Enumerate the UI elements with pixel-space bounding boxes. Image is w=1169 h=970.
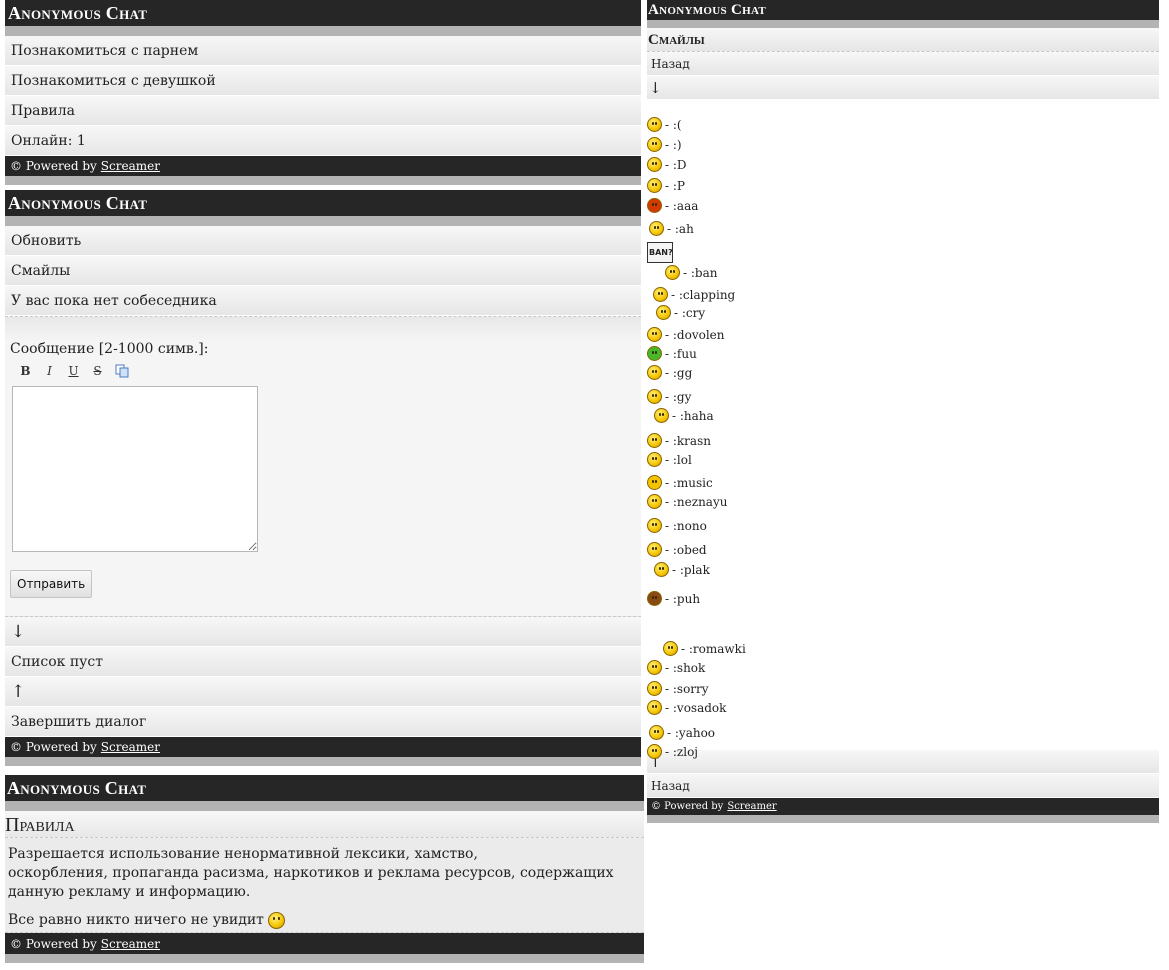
meet-guy-link[interactable]: Познакомиться с парнем [5,36,641,66]
end-dialog-label[interactable]: Завершить диалог [11,714,146,730]
scroll-down-link[interactable]: ↓ [647,76,1159,100]
send-button[interactable]: Отправить [10,570,93,598]
chat-panel: Anonymous Chat Обновить Смайлы У вас пок… [5,190,641,766]
back-link-bottom[interactable]: Назад [647,774,1159,798]
smileys-link[interactable]: Смайлы [5,256,641,286]
smileys-panel: Anonymous Chat Смайлы Назад ↓ - :(- :) - … [647,0,1159,823]
smileys-title: Смайлы [647,28,1159,52]
footer-text: © Powered by [10,159,97,173]
format-toolbar: B I U S [18,363,641,378]
smiley-item[interactable]: - :zloj [647,730,698,759]
header-divider [647,20,1159,28]
smiley-code: - :zloj [665,745,699,759]
footer-link[interactable]: Screamer [727,801,776,812]
scroll-up-link[interactable]: ↑ [647,750,1159,774]
footer-link[interactable]: Screamer [101,937,160,951]
app-title: Anonymous Chat [5,0,641,26]
rules-panel: Anonymous Chat Правила Разрешается испол… [5,775,644,963]
online-count-text: Онлайн: 1 [11,132,86,149]
footer-divider [647,815,1159,823]
footer: © Powered by Screamer [5,156,641,176]
rules-title: Правила [5,811,644,838]
smiley-item[interactable]: - :puh [647,566,700,606]
scroll-down-link[interactable]: ↓ [5,617,641,647]
end-dialog-link[interactable]: Завершить диалог [5,707,641,737]
italic-button[interactable]: I [42,363,57,378]
refresh-link[interactable]: Обновить [5,226,641,256]
online-count: Онлайн: 1 [5,126,641,156]
meet-girl-label[interactable]: Познакомиться с девушкой [11,73,216,89]
header-divider [5,26,641,36]
down-arrow-icon[interactable]: ↓ [649,79,662,97]
list-empty-text: Список пуст [11,653,103,670]
footer-divider [5,757,641,766]
footer-link[interactable]: Screamer [101,159,160,173]
app-title: Anonymous Chat [5,775,644,801]
smiley-icon[interactable] [647,744,662,759]
rules-line-1: Разрешается использование ненормативной … [8,846,478,862]
footer-text: © Powered by [10,936,97,951]
rules-label[interactable]: Правила [11,103,75,119]
meet-girl-link[interactable]: Познакомиться с девушкой [5,66,641,96]
strike-button[interactable]: S [90,363,105,378]
footer: © Powered by Screamer [5,933,644,954]
app-title: Anonymous Chat [5,190,641,216]
rules-link[interactable]: Правила [5,96,641,126]
footer: © Powered by Screamer [5,737,641,757]
back-label[interactable]: Назад [651,779,690,793]
message-input[interactable] [12,386,258,552]
app-title: Anonymous Chat [647,0,1159,20]
footer-text: © Powered by [10,740,97,754]
underline-button[interactable]: U [66,363,81,378]
down-arrow-icon[interactable]: ↓ [11,622,25,642]
smiley-list: - :(- :) - :D - :P - :aaa - :ah BAN? - :ban - :… [647,100,1159,759]
back-label[interactable]: Назад [651,57,690,71]
refresh-label[interactable]: Обновить [11,233,81,249]
bold-button[interactable]: B [18,363,33,378]
home-panel: Anonymous Chat Познакомиться с парнем По… [5,0,641,185]
footer-divider [5,176,641,185]
up-arrow-icon[interactable]: ↑ [11,682,25,702]
rules-line-2: оскорбления, пропаганда расизма, наркоти… [8,865,614,900]
ban-sign: BAN? [647,242,673,263]
header-divider [5,801,644,811]
message-form: Сообщение [2-1000 симв.]: B I U S Отправ… [5,316,641,617]
footer: © Powered by Screamer [647,798,1159,815]
smiley-icon [267,912,285,929]
footer-link[interactable]: Screamer [101,740,160,754]
partner-status-text: У вас пока нет собеседника [11,292,217,309]
header-divider [5,216,641,226]
partner-status: У вас пока нет собеседника [5,286,641,316]
copy-icon[interactable] [114,363,129,378]
footer-text: © Powered by [651,801,724,812]
rules-line-3-text: Все равно никто ничего не увидит [8,912,264,928]
back-link-top[interactable]: Назад [647,52,1159,76]
message-label: Сообщение [2-1000 симв.]: [10,341,209,357]
meet-guy-label[interactable]: Познакомиться с парнем [11,43,198,59]
rules-body: Разрешается использование ненормативной … [5,838,644,933]
footer-divider [5,954,644,963]
scroll-up-link[interactable]: ↑ [5,677,641,707]
message-list: Список пуст [5,647,641,677]
smileys-label[interactable]: Смайлы [11,263,70,279]
rules-line-3: Все равно никто ничего не увидит [8,911,641,930]
